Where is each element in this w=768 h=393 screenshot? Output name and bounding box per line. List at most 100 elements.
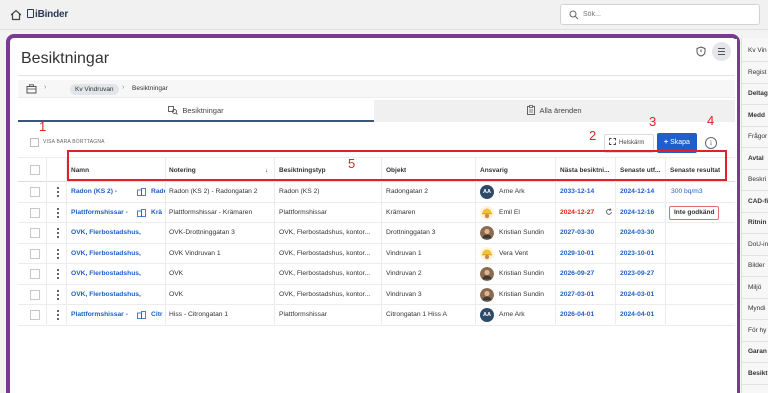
row-object: Vindruvan 3 [386, 290, 422, 298]
annotation-3: 3 [649, 114, 657, 129]
row-object-link[interactable]: Krä [151, 203, 165, 223]
table-row[interactable]: OVK, Flerbostadshus, kontor OVK-Drottning… [18, 223, 735, 244]
right-sidebar-divider [742, 61, 768, 62]
breadcrumb-project[interactable]: Kv Vindruvan [70, 84, 119, 95]
row-responsible: Arne Ark [499, 188, 525, 195]
annotation-1: 1 [39, 119, 47, 134]
row-object-link[interactable]: Radong [151, 182, 165, 202]
right-sidebar-divider [742, 254, 768, 256]
show-removed-checkbox[interactable] [30, 138, 39, 147]
helmet-avatar-icon [480, 205, 494, 220]
row-object: Citrongatan 1 Hiss A [386, 311, 447, 318]
row-last-performed: 2023-10-01 [620, 249, 655, 257]
annotation-box-5 [67, 150, 727, 181]
row-menu-icon[interactable] [55, 207, 61, 219]
row-object: Radongatan 2 [386, 188, 429, 195]
right-sidebar-item[interactable]: Avtal [748, 155, 764, 162]
search-input[interactable] [583, 8, 753, 21]
table-row[interactable]: Radon (KS 2) - Radong Radon (KS 2) - Radon… [18, 182, 735, 203]
row-type: Plattformshissar [279, 208, 327, 216]
shield-icon[interactable] [696, 46, 706, 57]
right-sidebar-item[interactable]: Ritnin [748, 219, 766, 226]
row-responsible: Kristian Sundin [499, 229, 544, 236]
row-type: Plattformshissar [279, 311, 327, 318]
row-result[interactable]: 300 bq/m3 [671, 182, 731, 202]
select-all-checkbox[interactable] [30, 165, 40, 175]
row-checkbox[interactable] [30, 228, 40, 238]
search-box[interactable] [560, 4, 760, 25]
table-row[interactable]: Plattformshissar - Krä Plattformshissar - … [18, 203, 735, 223]
table-row[interactable]: OVK, Flerbostadshus, kontor OVK Vindruvan… [18, 244, 735, 264]
row-checkbox[interactable] [30, 207, 40, 218]
right-sidebar-item[interactable]: Frågor [748, 133, 767, 140]
row-checkbox[interactable] [30, 289, 40, 300]
tab-besiktningar[interactable]: Besiktningar [18, 100, 374, 122]
row-name-link[interactable]: Plattformshissar - [71, 203, 143, 223]
logo-mark-icon [27, 9, 34, 18]
photo-avatar-icon [480, 287, 494, 302]
row-next-inspection: 2033-12-14 [560, 188, 595, 195]
refresh-icon[interactable] [605, 207, 613, 216]
row-checkbox[interactable] [30, 248, 40, 259]
breadcrumb: › Kv Vindruvan › Besiktningar [18, 80, 735, 98]
row-menu-icon[interactable] [55, 227, 61, 239]
right-sidebar-item[interactable]: Kv Vin [748, 47, 767, 54]
row-object-link[interactable]: Citr [151, 305, 165, 325]
right-sidebar: Kv Vin Regist Deltag Medd Frågor Avtal Beskri C… [741, 38, 768, 393]
row-checkbox[interactable] [30, 310, 40, 320]
right-sidebar-item[interactable]: Medd [748, 112, 765, 119]
annotation-4: 4 [707, 113, 715, 128]
row-name-link[interactable]: OVK, Flerbostadshus, kontor [71, 285, 143, 305]
search-icon [569, 10, 579, 20]
page-menu-button[interactable] [712, 42, 731, 61]
row-name-link[interactable]: Radon (KS 2) - [71, 182, 143, 202]
row-checkbox[interactable] [30, 187, 40, 197]
row-menu-icon[interactable] [55, 186, 61, 198]
right-sidebar-item[interactable]: Besikt [748, 370, 768, 377]
photo-avatar-icon [480, 226, 494, 240]
right-sidebar-item[interactable]: CAD-fi [748, 198, 768, 205]
row-responsible: Emil El [499, 208, 520, 216]
briefcase-icon[interactable] [26, 84, 37, 94]
right-sidebar-divider [742, 104, 768, 105]
row-last-performed: 2024-12-16 [620, 208, 655, 216]
helmet-avatar-icon [480, 246, 494, 261]
table-row[interactable]: OVK, Flerbostadshus, kontor OVK OVK, Flerb… [18, 285, 735, 305]
row-next-inspection: 2026-04-01 [560, 311, 595, 318]
row-checkbox[interactable] [30, 269, 40, 279]
right-sidebar-item[interactable]: Regist [748, 69, 766, 76]
right-sidebar-divider [742, 82, 768, 84]
row-name-link[interactable]: OVK, Flerbostadshus, kontor [71, 264, 143, 284]
row-menu-icon[interactable] [55, 289, 61, 301]
row-name-link[interactable]: OVK, Flerbostadshus, kontor [71, 244, 143, 264]
right-sidebar-item[interactable]: Bilder [748, 262, 765, 269]
right-sidebar-item[interactable]: Deltag [748, 90, 768, 97]
row-type: OVK, Flerbostadshus, kontor... [279, 270, 371, 277]
table-row[interactable]: Plattformshissar - Citr Hiss - Citrongatan… [18, 305, 735, 326]
row-menu-icon[interactable] [55, 309, 61, 321]
row-type: OVK, Flerbostadshus, kontor... [279, 249, 371, 257]
row-name-link[interactable]: OVK, Flerbostadshus, kontor [71, 223, 143, 243]
row-menu-icon[interactable] [55, 268, 61, 280]
expand-icon [609, 138, 616, 145]
table-row[interactable]: OVK, Flerbostadshus, kontor OVK OVK, Flerb… [18, 264, 735, 285]
row-note: OVK [169, 290, 184, 298]
tab-alla-arenden[interactable]: Alla ärenden [374, 100, 735, 122]
right-sidebar-divider [742, 383, 768, 385]
row-note: Plattformshissar - Krämaren [169, 208, 253, 216]
right-sidebar-item[interactable]: Garan [748, 348, 767, 355]
right-sidebar-item[interactable]: DoU-in [748, 241, 768, 248]
right-sidebar-item[interactable]: Myndi [748, 305, 765, 312]
row-menu-icon[interactable] [55, 248, 61, 260]
app-logo[interactable]: iBinder [27, 9, 68, 20]
home-icon[interactable] [10, 9, 22, 21]
right-sidebar-divider [742, 147, 768, 148]
right-sidebar-item[interactable]: Miljö [748, 284, 761, 291]
info-icon[interactable]: i [705, 137, 717, 149]
menu-line [718, 51, 725, 52]
row-name-link[interactable]: Plattformshissar - [71, 305, 143, 325]
avatar: AA [480, 308, 494, 322]
right-sidebar-item[interactable]: Beskri [748, 176, 766, 183]
chevron-right-icon: › [44, 84, 47, 91]
right-sidebar-item[interactable]: För hy [748, 327, 766, 334]
